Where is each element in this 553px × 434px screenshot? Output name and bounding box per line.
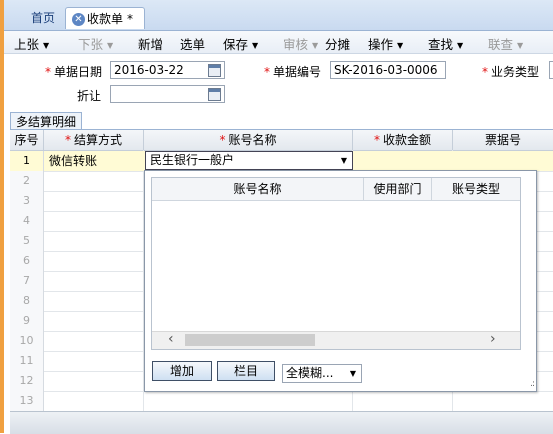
row-number: 7 [10,271,44,291]
row-number: 12 [10,371,44,391]
chevron-down-icon: ▼ [252,41,259,50]
date-field[interactable]: 2016-03-22 [110,61,225,79]
tab-receipt[interactable]: ✕ 收款单 * [65,7,145,29]
chevron-down-icon: ▼ [397,41,404,50]
tab-receipt-label: 收款单 [87,12,124,26]
chevron-down-icon: ▼ [457,41,464,50]
row-number: 9 [10,311,44,331]
add-button[interactable]: 新增 [138,34,163,53]
row-number: 1 [10,151,44,171]
chevron-right-icon[interactable]: › [490,331,496,347]
discount-field[interactable] [110,85,225,103]
row-number: 11 [10,351,44,371]
table-row[interactable]: 13 [10,391,553,412]
row-number: 4 [10,211,44,231]
columns-button[interactable]: 栏目 [217,361,275,381]
prev-button[interactable]: 上张 ▼ [14,34,49,53]
resize-grip-icon[interactable]: .: [530,379,535,389]
split-button[interactable]: 分摊 [325,34,350,53]
chevron-down-icon[interactable]: ▼ [341,152,347,169]
chevron-down-icon: ▼ [107,41,114,50]
next-button[interactable]: 下张 ▼ [78,34,113,53]
account-list: 账号名称 使用部门 账号类型 ‹ › [151,177,521,350]
fuzzy-match-value: 全模糊... [286,366,334,380]
save-button[interactable]: 保存 ▼ [223,34,258,53]
grid-footer [10,411,553,434]
col-account-type[interactable]: 账号类型 [432,178,520,200]
link-button[interactable]: 联查 ▼ [488,34,523,53]
row-number: 3 [10,191,44,211]
discount-label: 折让 [77,89,102,103]
cell-method[interactable]: 微信转账 [44,151,97,171]
operate-button[interactable]: 操作 ▼ [368,34,403,53]
chevron-down-icon: ▼ [43,41,50,50]
row-number: 6 [10,251,44,271]
col-account[interactable]: * 账号名称 [144,130,353,150]
row-number: 10 [10,331,44,351]
tab-bar: 首页 ✕ 收款单 * [4,0,553,31]
chevron-down-icon: ▼ [312,41,319,50]
chevron-left-icon[interactable]: ‹ [168,331,174,347]
row-number: 5 [10,231,44,251]
row-number: 2 [10,171,44,191]
col-seq: 序号 [10,130,44,150]
account-list-header: 账号名称 使用部门 账号类型 [152,178,520,201]
select-button[interactable]: 选单 [180,34,205,53]
col-bill[interactable]: 票据号 [453,130,553,150]
chevron-down-icon[interactable]: ▼ [350,365,356,382]
col-method[interactable]: * 结算方式 [44,130,144,150]
left-edge-strip [0,0,4,433]
tab-home[interactable]: 首页 [20,7,66,29]
col-dept[interactable]: 使用部门 [364,178,432,200]
account-select-value: 民生银行一般户 [150,153,235,167]
row-number: 8 [10,291,44,311]
number-label: * 单据编号 [264,65,322,79]
date-label: * 单据日期 [45,65,103,79]
toolbar: 上张 ▼ 下张 ▼ 新增 选单 保存 ▼ 审核 ▼ 分摊 操作 ▼ 查找 ▼ 联查 ▼ [4,31,553,54]
col-amount[interactable]: * 收款金额 [353,130,453,150]
add-account-button[interactable]: 增加 [152,361,212,381]
grid-header: 序号 * 结算方式 * 账号名称 * 收款金额 票据号 [10,130,553,151]
account-dropdown-panel: 账号名称 使用部门 账号类型 ‹ › 增加 栏目 全模糊... ▼ .: [144,170,537,392]
approve-button[interactable]: 审核 ▼ [283,34,318,53]
biztype-label: * 业务类型 [482,65,540,79]
unsaved-marker: * [127,12,134,26]
calendar-icon[interactable] [208,88,221,101]
number-field[interactable]: SK-2016-03-0006 [330,61,446,79]
fuzzy-match-select[interactable]: 全模糊... ▼ [282,364,362,383]
calendar-icon[interactable] [208,64,221,77]
row-number: 13 [10,391,44,411]
biztype-field[interactable] [549,61,553,79]
account-select[interactable]: 民生银行一般户 ▼ [145,151,353,170]
close-icon[interactable]: ✕ [72,13,85,26]
find-button[interactable]: 查找 ▼ [428,34,463,53]
chevron-down-icon: ▼ [517,41,524,50]
horizontal-scrollbar[interactable]: ‹ › [152,331,520,349]
col-account-name[interactable]: 账号名称 [152,178,364,200]
scrollbar-thumb[interactable] [185,334,315,346]
